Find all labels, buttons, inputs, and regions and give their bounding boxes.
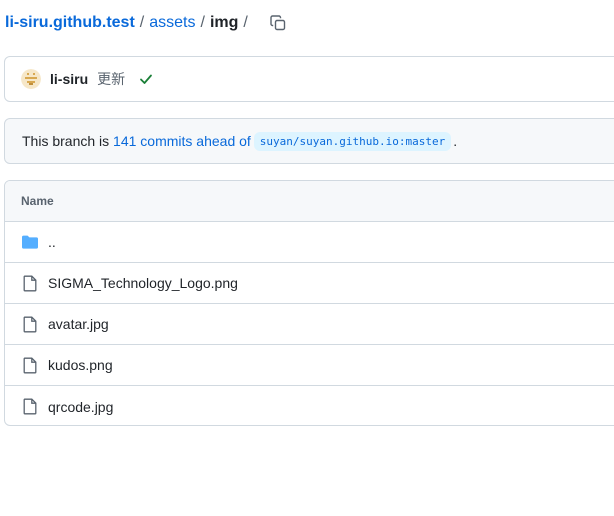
breadcrumb-separator: / <box>200 14 205 31</box>
file-name-link[interactable]: avatar.jpg <box>48 316 109 332</box>
file-icon <box>21 274 39 292</box>
file-row[interactable]: avatar.jpg <box>5 304 614 345</box>
file-name-link[interactable]: qrcode.jpg <box>48 399 113 415</box>
avatar[interactable] <box>21 69 41 89</box>
commit-status[interactable] <box>139 72 153 86</box>
file-table-header: Name <box>5 181 614 222</box>
commit-author-link[interactable]: li-siru <box>50 71 88 87</box>
commits-ahead-link[interactable]: 141 commits ahead of <box>113 133 251 149</box>
file-icon <box>21 398 39 416</box>
file-table: Name .. SIGMA_Technology_Logo.png avatar… <box>4 180 614 426</box>
breadcrumb-separator: / <box>243 14 248 31</box>
file-row-parent[interactable]: .. <box>5 222 614 263</box>
file-icon <box>21 315 39 333</box>
file-icon <box>21 356 39 374</box>
branch-status-banner: This branch is 141 commits ahead of suya… <box>4 118 614 164</box>
check-icon <box>140 74 153 84</box>
file-name-link[interactable]: SIGMA_Technology_Logo.png <box>48 275 238 291</box>
breadcrumb-separator: / <box>139 14 145 31</box>
breadcrumb-folder-link[interactable]: assets <box>149 14 195 32</box>
breadcrumb-current: img <box>209 14 239 31</box>
breadcrumb-repo-link[interactable]: li-siru.github.test <box>5 14 135 32</box>
file-row[interactable]: kudos.png <box>5 345 614 386</box>
name-column-header: Name <box>21 194 54 208</box>
file-row[interactable]: SIGMA_Technology_Logo.png <box>5 263 614 304</box>
breadcrumb: li-siru.github.test / assets / img / <box>5 12 289 34</box>
file-row[interactable]: qrcode.jpg <box>5 386 614 425</box>
branch-status-suffix: . <box>453 133 458 149</box>
copy-path-button[interactable] <box>267 12 289 34</box>
upstream-branch-link[interactable]: suyan/suyan.github.io:master <box>253 131 452 151</box>
latest-commit-bar: li-siru 更新 <box>4 56 614 102</box>
branch-status-prefix: This branch is <box>22 133 114 149</box>
commit-message-link[interactable]: 更新 <box>97 69 125 89</box>
folder-icon <box>21 233 39 251</box>
file-name-link[interactable]: .. <box>48 234 56 250</box>
file-name-link[interactable]: kudos.png <box>48 357 113 373</box>
copy-icon <box>270 15 286 31</box>
